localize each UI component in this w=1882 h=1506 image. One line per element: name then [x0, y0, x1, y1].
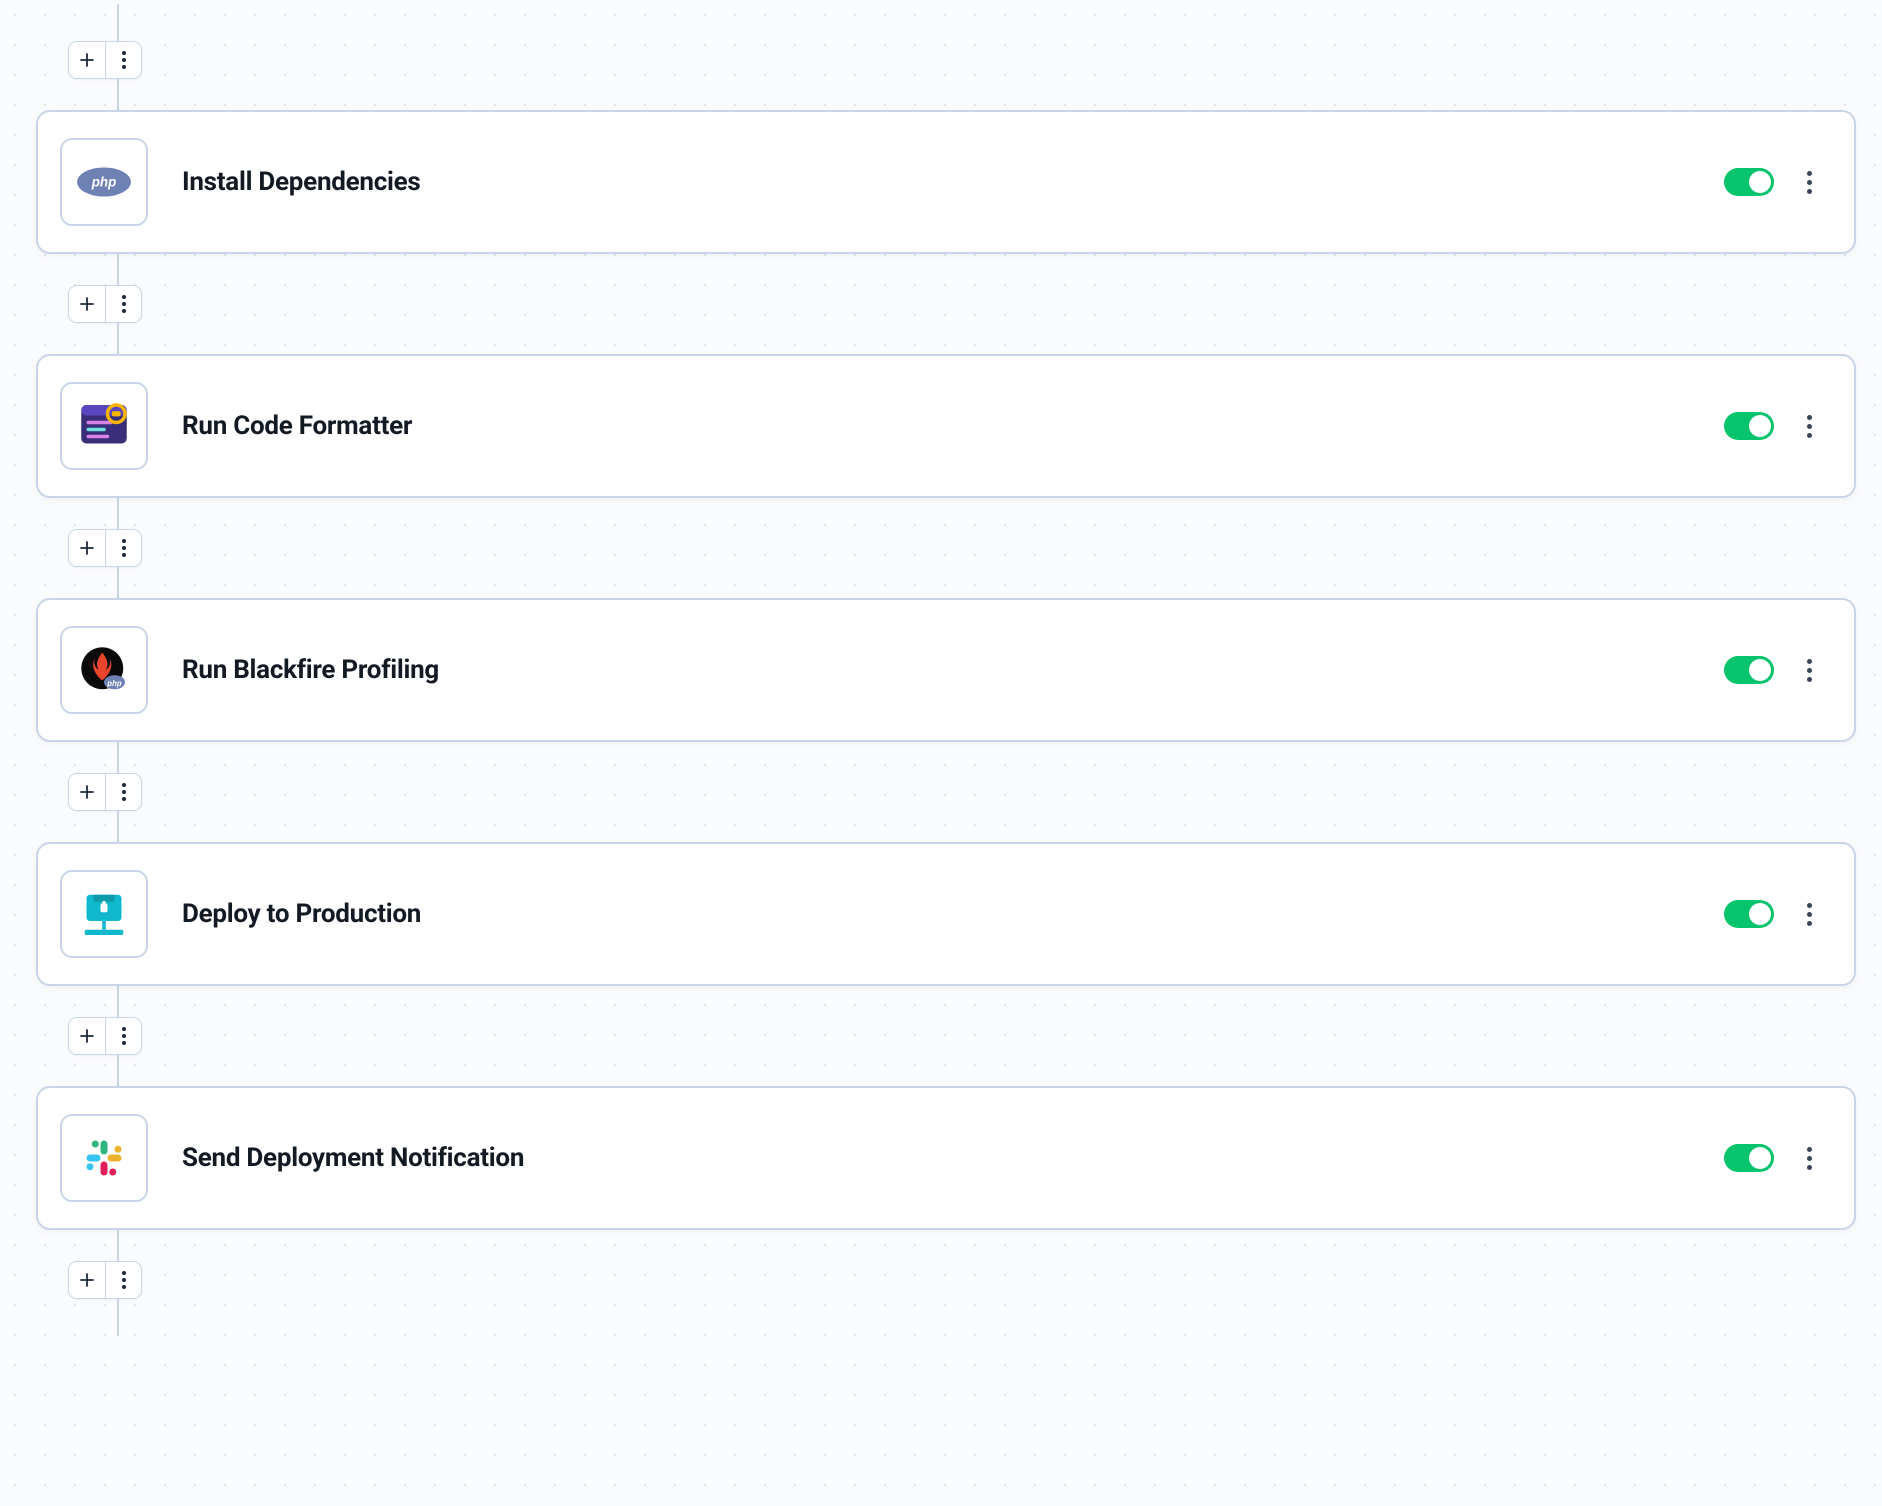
step-title: Run Blackfire Profiling	[182, 655, 1724, 685]
add-step-button[interactable]	[69, 530, 105, 566]
step-menu-button[interactable]	[1798, 1143, 1820, 1173]
connector-menu-button[interactable]	[105, 530, 141, 566]
connector	[36, 254, 1882, 354]
toggle-knob	[1749, 659, 1771, 681]
connector-controls	[68, 1017, 142, 1055]
add-step-button[interactable]	[69, 286, 105, 322]
more-vertical-icon	[122, 51, 126, 69]
connector-controls	[68, 41, 142, 79]
blackfire-icon: php	[76, 642, 132, 698]
add-step-button[interactable]	[69, 774, 105, 810]
step-card[interactable]: Send Deployment Notification	[36, 1086, 1856, 1230]
step-icon: php	[60, 626, 148, 714]
add-step-button[interactable]	[69, 1018, 105, 1054]
svg-text:php: php	[91, 174, 117, 189]
connector-menu-button[interactable]	[105, 1262, 141, 1298]
step-actions	[1724, 411, 1820, 441]
enable-toggle[interactable]	[1724, 1144, 1774, 1172]
connector-controls	[68, 1261, 142, 1299]
enable-toggle[interactable]	[1724, 412, 1774, 440]
code-review-icon	[76, 398, 132, 454]
step-title: Send Deployment Notification	[182, 1143, 1724, 1173]
connector	[36, 1230, 1882, 1330]
step-icon	[60, 1114, 148, 1202]
step-menu-button[interactable]	[1798, 167, 1820, 197]
more-vertical-icon	[122, 1271, 126, 1289]
plus-icon	[78, 51, 96, 69]
step-card[interactable]: Deploy to Production	[36, 842, 1856, 986]
step-menu-button[interactable]	[1798, 899, 1820, 929]
enable-toggle[interactable]	[1724, 656, 1774, 684]
enable-toggle[interactable]	[1724, 900, 1774, 928]
svg-text:php: php	[106, 679, 122, 688]
connector	[36, 498, 1882, 598]
step-icon: php	[60, 138, 148, 226]
toggle-knob	[1749, 415, 1771, 437]
plus-icon	[78, 1027, 96, 1045]
step-card[interactable]: php Run Blackfire Profiling	[36, 598, 1856, 742]
add-step-button[interactable]	[69, 1262, 105, 1298]
step-title: Run Code Formatter	[182, 411, 1724, 441]
connector-controls	[68, 529, 142, 567]
connector-controls	[68, 773, 142, 811]
plus-icon	[78, 783, 96, 801]
step-actions	[1724, 167, 1820, 197]
more-vertical-icon	[122, 783, 126, 801]
step-menu-button[interactable]	[1798, 411, 1820, 441]
toggle-knob	[1749, 903, 1771, 925]
more-vertical-icon	[122, 1027, 126, 1045]
plus-icon	[78, 295, 96, 313]
connector-controls	[68, 285, 142, 323]
step-actions	[1724, 655, 1820, 685]
plus-icon	[78, 1271, 96, 1289]
php-icon: php	[76, 154, 132, 210]
connector-menu-button[interactable]	[105, 1018, 141, 1054]
step-actions	[1724, 899, 1820, 929]
deploy-icon	[76, 886, 132, 942]
plus-icon	[78, 539, 96, 557]
more-vertical-icon	[122, 539, 126, 557]
enable-toggle[interactable]	[1724, 168, 1774, 196]
step-card[interactable]: php Install Dependencies	[36, 110, 1856, 254]
pipeline-canvas: php Install Dependencies	[0, 10, 1882, 1330]
step-title: Install Dependencies	[182, 167, 1724, 197]
add-step-button[interactable]	[69, 42, 105, 78]
step-icon	[60, 382, 148, 470]
connector-menu-button[interactable]	[105, 286, 141, 322]
step-actions	[1724, 1143, 1820, 1173]
connector-menu-button[interactable]	[105, 774, 141, 810]
more-vertical-icon	[122, 295, 126, 313]
step-menu-button[interactable]	[1798, 655, 1820, 685]
toggle-knob	[1749, 1147, 1771, 1169]
connector	[36, 986, 1882, 1086]
connector-menu-button[interactable]	[105, 42, 141, 78]
slack-icon	[76, 1130, 132, 1186]
step-title: Deploy to Production	[182, 899, 1724, 929]
step-card[interactable]: Run Code Formatter	[36, 354, 1856, 498]
toggle-knob	[1749, 171, 1771, 193]
step-icon	[60, 870, 148, 958]
connector	[36, 10, 1882, 110]
connector	[36, 742, 1882, 842]
